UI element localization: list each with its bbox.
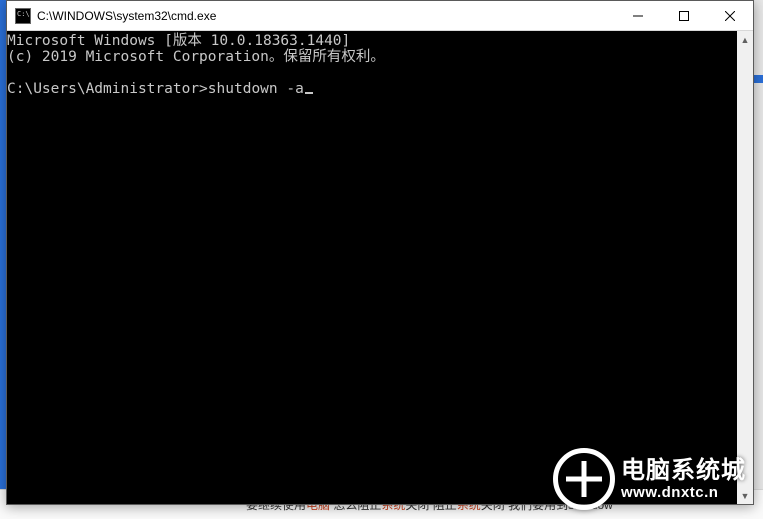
window-title: C:\WINDOWS\system32\cmd.exe — [37, 9, 216, 23]
terminal-command: shutdown -a — [208, 81, 304, 97]
terminal-output[interactable]: Microsoft Windows [版本 10.0.18363.1440] (… — [7, 31, 737, 504]
scroll-up-button[interactable]: ▲ — [737, 31, 753, 48]
terminal-area: Microsoft Windows [版本 10.0.18363.1440] (… — [7, 31, 753, 504]
cmd-window: C:\WINDOWS\system32\cmd.exe Microsoft Wi… — [6, 0, 754, 505]
minimize-button[interactable] — [615, 1, 661, 31]
scroll-down-button[interactable]: ▼ — [737, 487, 753, 504]
vertical-scrollbar[interactable]: ▲ ▼ — [737, 31, 753, 504]
terminal-line: (c) 2019 Microsoft Corporation。保留所有权利。 — [7, 49, 385, 65]
scroll-track[interactable] — [737, 48, 753, 487]
close-icon — [725, 11, 735, 21]
cursor — [305, 92, 313, 94]
close-button[interactable] — [707, 1, 753, 31]
terminal-prompt: C:\Users\Administrator> — [7, 81, 208, 97]
terminal-line: Microsoft Windows [版本 10.0.18363.1440] — [7, 33, 350, 49]
minimize-icon — [633, 11, 643, 21]
titlebar[interactable]: C:\WINDOWS\system32\cmd.exe — [7, 1, 753, 31]
maximize-button[interactable] — [661, 1, 707, 31]
cmd-icon — [15, 8, 31, 24]
maximize-icon — [679, 11, 689, 21]
